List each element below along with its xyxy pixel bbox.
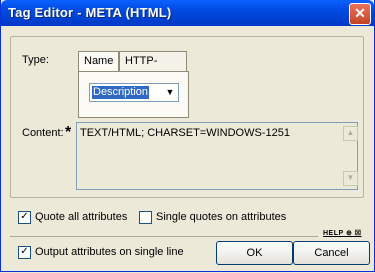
- content-label: Content:: [22, 127, 64, 139]
- tab-name[interactable]: Name: [78, 51, 119, 73]
- content-scrollbar[interactable]: ▲ ▼: [342, 123, 358, 189]
- tag-editor-dialog: Tag Editor - META (HTML) ✕ Type: Name HT…: [0, 0, 375, 272]
- title-bar: Tag Editor - META (HTML) ✕: [1, 0, 374, 26]
- single-line-label: Output attributes on single line: [35, 246, 184, 258]
- type-label: Type:: [22, 54, 49, 66]
- content-value: TEXT/HTML; CHARSET=WINDOWS-1251: [80, 127, 290, 139]
- chevron-down-icon[interactable]: ▼: [162, 84, 178, 101]
- content-textarea[interactable]: TEXT/HTML; CHARSET=WINDOWS-1251 ▲ ▼: [76, 122, 358, 190]
- quote-all-label: Quote all attributes: [35, 211, 128, 223]
- single-line-checkbox[interactable]: ✓: [18, 246, 31, 259]
- tab-http-equiv[interactable]: HTTP-Equiv: [119, 51, 187, 86]
- window-title: Tag Editor - META (HTML): [8, 5, 172, 20]
- cancel-button[interactable]: Cancel: [293, 241, 370, 265]
- ok-button[interactable]: OK: [216, 241, 293, 265]
- name-select-value: Description: [92, 86, 150, 99]
- close-button[interactable]: ✕: [349, 3, 371, 25]
- scroll-down-icon[interactable]: ▼: [343, 171, 358, 186]
- required-marker: *: [65, 124, 72, 141]
- single-quotes-label: Single quotes on attributes: [156, 211, 287, 223]
- separator: [10, 236, 318, 237]
- single-quotes-checkbox[interactable]: [139, 211, 152, 224]
- name-select[interactable]: Description ▼: [89, 83, 179, 102]
- help-link[interactable]: HELP ⊕ ☒: [323, 229, 362, 237]
- quote-all-checkbox[interactable]: ✓: [18, 211, 31, 224]
- scroll-up-icon[interactable]: ▲: [343, 126, 358, 141]
